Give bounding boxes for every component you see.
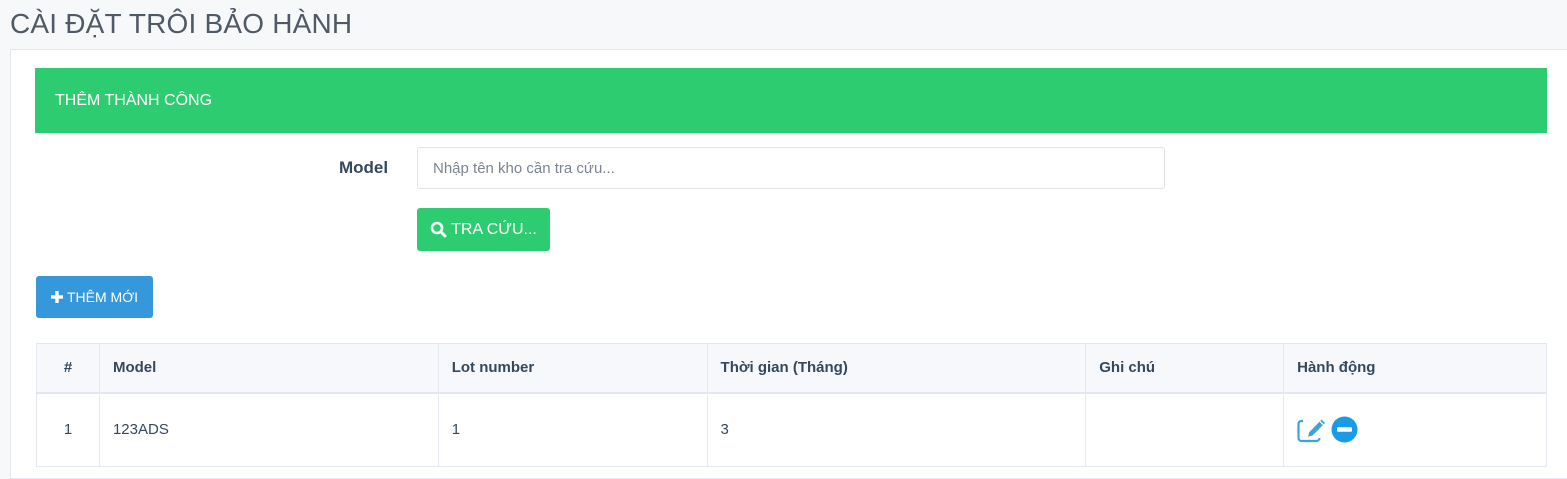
success-alert: THÊM THÀNH CÔNG <box>35 68 1547 133</box>
cell-duration: 3 <box>706 392 1087 467</box>
column-header-lot-number: Lot number <box>437 343 708 394</box>
plus-icon <box>50 291 63 303</box>
search-icon <box>430 221 447 238</box>
column-header-note: Ghi chú <box>1085 343 1285 394</box>
column-header-actions: Hành động <box>1283 343 1547 394</box>
search-button-label: TRA CỨU... <box>451 220 537 238</box>
remove-icon[interactable] <box>1331 416 1358 443</box>
table-row: 1 123ADS 1 3 <box>36 392 1547 467</box>
edit-icon[interactable] <box>1297 417 1327 443</box>
add-new-button-label: THÊM MỚI <box>66 289 139 305</box>
cell-index: 1 <box>36 392 100 467</box>
warranty-table: # Model Lot number Thời gian (Tháng) Ghi… <box>36 343 1547 467</box>
cell-lot-number: 1 <box>437 392 708 467</box>
add-new-button[interactable]: THÊM MỚI <box>36 276 153 318</box>
column-header-model: Model <box>98 343 439 394</box>
model-label: Model <box>339 158 389 177</box>
cell-actions <box>1283 392 1547 467</box>
content-panel: THÊM THÀNH CÔNG Model TRA CỨU... THÊM MỚ… <box>10 49 1567 479</box>
column-header-index: # <box>36 343 100 394</box>
search-button[interactable]: TRA CỨU... <box>417 208 550 251</box>
model-search-input[interactable] <box>417 147 1165 189</box>
page-title: CÀI ĐẶT TRÔI BẢO HÀNH <box>10 8 353 39</box>
table-header-row: # Model Lot number Thời gian (Tháng) Ghi… <box>36 343 1547 394</box>
column-header-duration: Thời gian (Tháng) <box>706 343 1087 394</box>
cell-note <box>1085 392 1285 467</box>
cell-model: 123ADS <box>98 392 439 467</box>
